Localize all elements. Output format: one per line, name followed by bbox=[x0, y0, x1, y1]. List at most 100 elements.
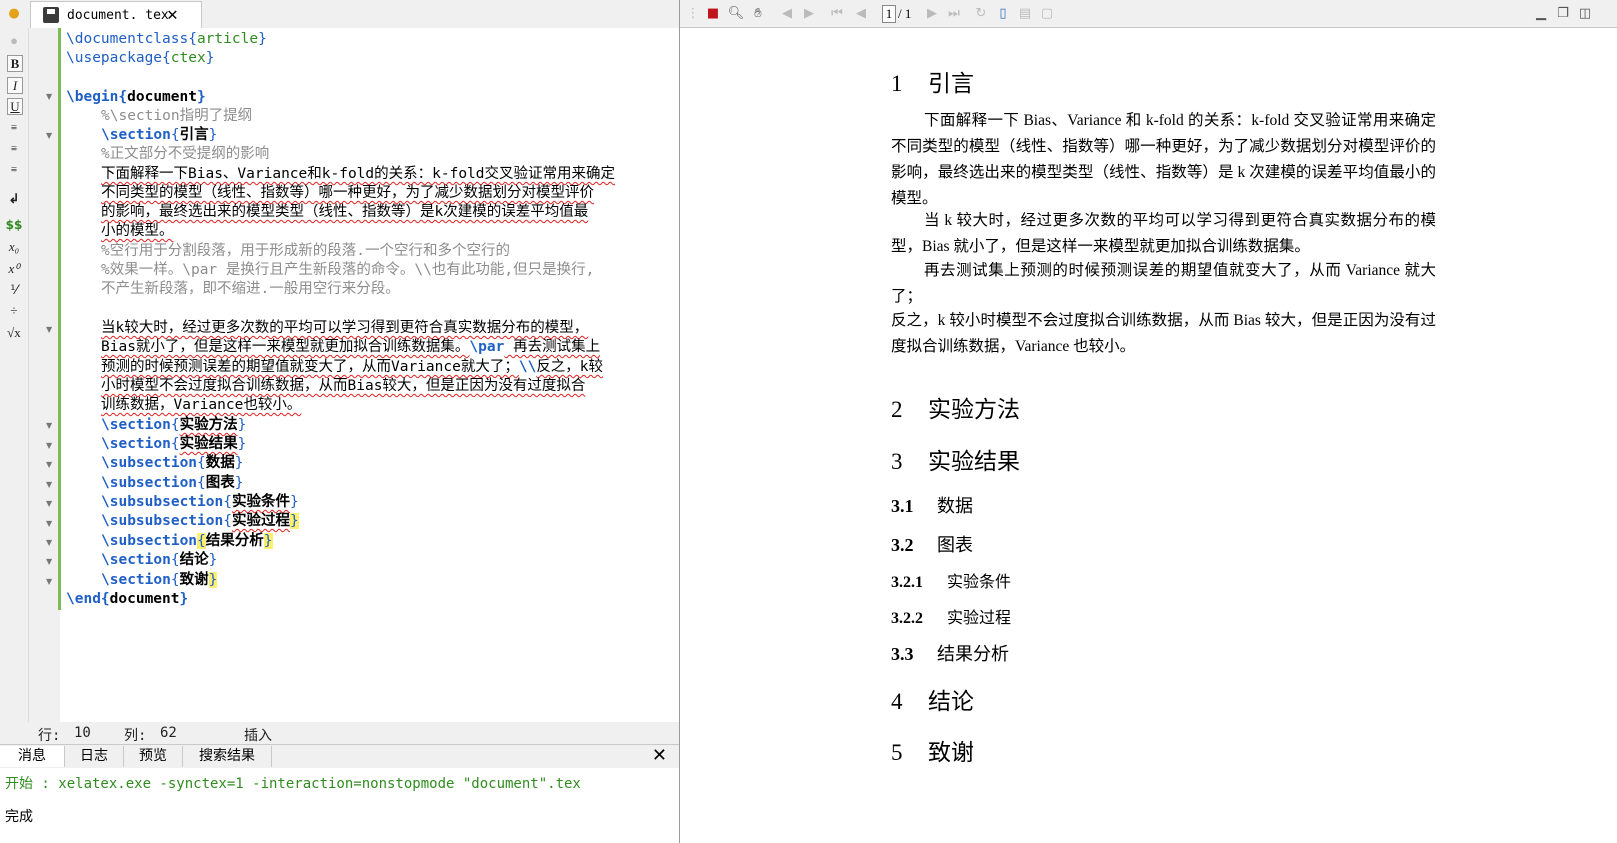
code-line: \begin{document} bbox=[66, 89, 206, 105]
next-page-icon[interactable]: ▶ bbox=[923, 5, 941, 23]
fold-icon[interactable]: ▼ bbox=[46, 421, 52, 431]
back-icon[interactable]: ◀ bbox=[778, 5, 796, 23]
italic-icon[interactable]: I bbox=[7, 77, 23, 94]
fold-icon[interactable]: ▼ bbox=[46, 519, 52, 529]
paragraph: 当 k 较大时，经过更多次数的平均可以学习得到更符合真实数据分布的模型，Bias… bbox=[891, 212, 1436, 255]
fold-icon[interactable]: ▼ bbox=[46, 460, 52, 470]
code-line: \subsection{结果分析} bbox=[101, 533, 273, 549]
message-log: 开始 : xelatex.exe -synctex=1 -interaction… bbox=[0, 768, 679, 843]
frac-icon[interactable]: ÷ bbox=[5, 302, 23, 320]
subsection-heading: 3.3 结果分析 bbox=[891, 644, 1009, 664]
code-line: 不同类型的模型（线性、指数等）哪一种更好，为了减少数据划分对模型评价 bbox=[101, 185, 594, 201]
zoom-icon[interactable]: 🔍︎ bbox=[727, 5, 745, 23]
section-heading: 2 实验方法 bbox=[891, 397, 1020, 422]
code-line: \documentclass{article} bbox=[66, 31, 267, 47]
fold-icon[interactable]: ▼ bbox=[46, 577, 52, 587]
grip-icon: ⋮ bbox=[686, 6, 700, 21]
log-done: 完成 bbox=[5, 809, 33, 825]
fold-icon[interactable]: ▼ bbox=[46, 92, 52, 102]
single-page-icon[interactable]: ▯ bbox=[994, 5, 1012, 23]
fit-page-icon[interactable]: ▢ bbox=[1038, 5, 1056, 23]
fold-icon[interactable]: ▼ bbox=[46, 441, 52, 451]
paragraph: 反之，k 较小时模型不会过度拟合训练数据，从而 Bias 较大，但是正因为没有过… bbox=[891, 312, 1436, 355]
first-page-icon[interactable]: ⏮ bbox=[828, 5, 846, 23]
code-line: \subsection{图表} bbox=[101, 475, 244, 491]
newline-icon[interactable]: ↲ bbox=[5, 190, 23, 208]
page-total: / 1 bbox=[898, 6, 912, 21]
superscript-icon[interactable]: x⁰ bbox=[5, 260, 23, 278]
code-line: Bias就小了，但是这样一来模型就更加拟合训练数据集。\par 再去测试集上 bbox=[101, 339, 601, 355]
subsubsection-heading: 3.2.1 实验条件 bbox=[891, 574, 1012, 591]
code-line: \usepackage{ctex} bbox=[66, 50, 215, 66]
code-line: \section{引言} bbox=[101, 127, 218, 143]
back-icon[interactable]: ● bbox=[6, 6, 22, 22]
row-value: 10 bbox=[74, 725, 91, 741]
continuous-icon[interactable]: ▤ bbox=[1016, 5, 1034, 23]
restore-icon[interactable]: ❐ bbox=[1554, 5, 1572, 23]
log-command: 开始 : xelatex.exe -synctex=1 -interaction… bbox=[5, 776, 581, 792]
format-toolbar: ● B I U ≡ ≡ ≡ ↲ $$ x₀ x⁰ ⅟ ÷ √x bbox=[0, 28, 29, 722]
tab-filename: document. tex bbox=[67, 8, 169, 23]
code-line: 小的模型。 bbox=[101, 223, 174, 239]
align-center-icon[interactable]: ≡ bbox=[5, 140, 23, 158]
paragraph: 再去测试集上预测的时候预测误差的期望值就变大了，从而 Variance 就大了； bbox=[891, 262, 1436, 305]
close-panel-icon[interactable]: ✕ bbox=[652, 745, 667, 766]
fold-icon[interactable]: ▼ bbox=[46, 325, 52, 335]
forward-icon[interactable]: ● bbox=[5, 32, 23, 50]
row-label: 行: bbox=[38, 728, 61, 744]
code-line: 当k较大时，经过更多次数的平均可以学习得到更符合真实数据分布的模型， bbox=[101, 320, 589, 336]
fold-icon[interactable]: ▼ bbox=[46, 499, 52, 509]
code-line: 不产生新段落，即不缩进.一般用空行来分段。 bbox=[101, 281, 400, 297]
code-line: \section{实验结果} bbox=[101, 436, 247, 452]
code-editor[interactable]: \documentclass{article} \usepackage{ctex… bbox=[60, 28, 679, 722]
section-heading: 3 实验结果 bbox=[891, 449, 1020, 474]
code-line: %\section指明了提纲 bbox=[101, 108, 253, 124]
subscript-icon[interactable]: x₀ bbox=[5, 238, 23, 256]
close-tab-icon[interactable]: ✕ bbox=[167, 4, 178, 25]
code-line: \section{结论} bbox=[101, 552, 218, 568]
code-line: %正文部分不受提纲的影响 bbox=[101, 146, 270, 162]
tab-document[interactable]: document. tex ✕ bbox=[30, 1, 202, 29]
tab-search-results[interactable]: 搜索结果 bbox=[183, 746, 272, 767]
fold-icon[interactable]: ▼ bbox=[46, 538, 52, 548]
refresh-icon[interactable]: ↻ bbox=[972, 5, 990, 23]
math-inline-icon[interactable]: $$ bbox=[5, 216, 23, 234]
minimize-icon[interactable]: ▁ bbox=[1532, 5, 1550, 23]
change-bar bbox=[58, 28, 61, 610]
subsection-heading: 3.1 数据 bbox=[891, 496, 973, 516]
subsubsection-heading: 3.2.2 实验过程 bbox=[891, 610, 1012, 627]
embed-icon[interactable]: ◫ bbox=[1576, 5, 1594, 23]
fraction-icon[interactable]: ⅟ bbox=[5, 281, 23, 299]
pdf-icon[interactable]: ■ bbox=[704, 5, 722, 23]
code-line: 预测的时候预测误差的期望值就变大了，从而Variance就大了；\\反之，k较 bbox=[101, 359, 604, 375]
align-right-icon[interactable]: ≡ bbox=[5, 161, 23, 179]
forward-icon[interactable]: ▶ bbox=[800, 5, 818, 23]
subsection-heading: 3.2 图表 bbox=[891, 535, 973, 555]
underline-icon[interactable]: U bbox=[7, 98, 23, 115]
last-page-icon[interactable]: ⏭ bbox=[945, 5, 963, 23]
section-heading: 4 结论 bbox=[891, 689, 974, 714]
tab-preview[interactable]: 预览 bbox=[124, 746, 183, 767]
hand-icon[interactable]: ✋︎ bbox=[749, 5, 767, 23]
code-line: \section{实验方法} bbox=[101, 417, 247, 433]
tab-log[interactable]: 日志 bbox=[65, 746, 124, 767]
code-line: \section{致谢} bbox=[101, 572, 218, 588]
code-line: \subsubsection{实验条件} bbox=[101, 494, 299, 510]
tab-messages[interactable]: 消息 bbox=[0, 746, 65, 767]
code-line: %空行用于分割段落，用于形成新的段落.一个空行和多个空行的 bbox=[101, 243, 510, 259]
viewer-toolbar: ⋮ ■ 🔍︎ ✋︎ ◀ ▶ ⏮ ◀ 1 / 1 ▶ ⏭ ↻ ▯ ▤ ▢ ▁ ❐ … bbox=[680, 0, 1617, 28]
paragraph: 下面解释一下 Bias、Variance 和 k-fold 的关系：k-fold… bbox=[891, 112, 1436, 207]
save-icon[interactable] bbox=[43, 7, 59, 23]
align-left-icon[interactable]: ≡ bbox=[5, 119, 23, 137]
page-number-input[interactable]: 1 bbox=[882, 5, 896, 23]
line-gutter bbox=[29, 28, 60, 722]
code-line: %效果一样。\par 是换行且产生新段落的命令。\\也有此功能,但只是换行, bbox=[101, 262, 595, 278]
fold-icon[interactable]: ▼ bbox=[46, 557, 52, 567]
pdf-page: 1 引言 下面解释一下 Bias、Variance 和 k-fold 的关系：k-… bbox=[680, 28, 1617, 843]
sqrt-icon[interactable]: √x bbox=[5, 324, 23, 342]
section-heading: 5 致谢 bbox=[891, 740, 974, 765]
bold-icon[interactable]: B bbox=[7, 55, 23, 72]
fold-icon[interactable]: ▼ bbox=[46, 480, 52, 490]
fold-icon[interactable]: ▼ bbox=[46, 131, 52, 141]
prev-page-icon[interactable]: ◀ bbox=[852, 5, 870, 23]
